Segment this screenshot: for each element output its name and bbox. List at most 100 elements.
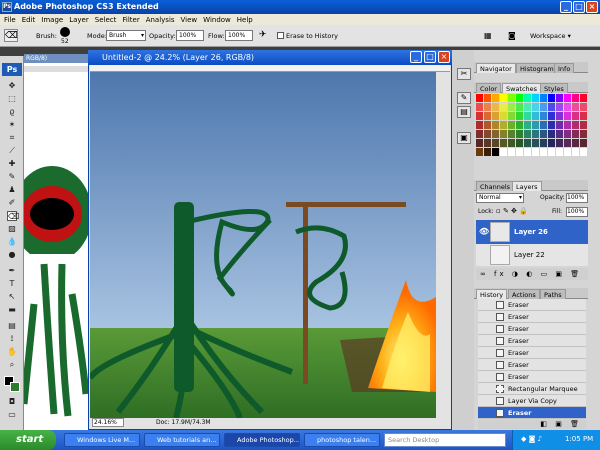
eraser-tool-preset-icon[interactable]: ⌫	[4, 29, 18, 42]
swatch[interactable]	[532, 121, 539, 129]
swatch[interactable]	[492, 94, 499, 102]
swatch[interactable]	[580, 103, 587, 111]
tab-layers[interactable]: Layers	[512, 181, 542, 191]
swatch[interactable]	[540, 130, 547, 138]
close-button[interactable]: ×	[586, 1, 598, 13]
zoom-tool-icon[interactable]: ⌕	[7, 360, 17, 370]
swatch[interactable]	[540, 139, 547, 147]
swatch[interactable]	[484, 94, 491, 102]
swatch[interactable]	[500, 139, 507, 147]
menu-help[interactable]: Help	[237, 16, 253, 24]
swatch[interactable]	[476, 103, 483, 111]
swatch[interactable]	[532, 148, 539, 156]
tab-styles[interactable]: Styles	[540, 83, 568, 93]
desktop-search-input[interactable]: Search Desktop	[384, 433, 506, 447]
background-document-title[interactable]: RGB/8)	[24, 54, 88, 63]
menu-window[interactable]: Window	[203, 16, 231, 24]
clone-stamp-tool-icon[interactable]: ♟	[7, 185, 17, 195]
doc-close-button[interactable]: ×	[438, 51, 450, 63]
swatch[interactable]	[540, 112, 547, 120]
gradient-tool-icon[interactable]: ▨	[7, 224, 17, 234]
swatch[interactable]	[492, 121, 499, 129]
blur-tool-icon[interactable]: 💧	[7, 237, 17, 247]
maximize-button[interactable]: □	[573, 1, 585, 13]
eyedropper-tool-icon[interactable]: ⟟	[7, 334, 17, 344]
swatch[interactable]	[508, 103, 515, 111]
visibility-eye-icon[interactable]: 👁	[479, 220, 489, 244]
tab-history[interactable]: History	[476, 289, 508, 299]
history-state[interactable]: Eraser	[478, 359, 586, 371]
tab-color[interactable]: Color	[476, 83, 501, 93]
swatch[interactable]	[476, 112, 483, 120]
zoom-level-field[interactable]: 24.16%	[92, 418, 124, 427]
crop-tool-icon[interactable]: ⌗	[7, 133, 17, 143]
swatch[interactable]	[516, 94, 523, 102]
swatch[interactable]	[524, 112, 531, 120]
layer-opacity-input[interactable]: 100%	[566, 193, 588, 203]
swatch[interactable]	[580, 139, 587, 147]
taskbar-item-web-tutorials[interactable]: Web tutorials an...	[144, 433, 220, 447]
start-button[interactable]: start	[0, 430, 56, 450]
taskbar-item-windows-live[interactable]: Windows Live M...	[64, 433, 140, 447]
dodge-tool-icon[interactable]: ●	[7, 250, 17, 260]
swatch[interactable]	[572, 121, 579, 129]
taskbar-item-photoshop-talent[interactable]: photoshop talen...	[304, 433, 380, 447]
brush-tool-icon[interactable]: ✎	[7, 172, 17, 182]
taskbar-item-photoshop[interactable]: Adobe Photoshop...	[224, 433, 300, 447]
swatch[interactable]	[508, 139, 515, 147]
tray-icons[interactable]: ◆ ◙ ♪	[521, 435, 542, 443]
path-selection-tool-icon[interactable]: ↖	[7, 292, 17, 302]
history-state-current[interactable]: Eraser	[478, 407, 586, 419]
lasso-tool-icon[interactable]: ϱ	[7, 107, 17, 117]
swatch[interactable]	[548, 112, 555, 120]
swatch[interactable]	[484, 139, 491, 147]
layer-row[interactable]: Layer 22	[476, 244, 588, 266]
swatch[interactable]	[580, 112, 587, 120]
shape-tool-icon[interactable]: ▬	[7, 305, 17, 315]
swatch[interactable]	[516, 148, 523, 156]
swatch[interactable]	[548, 130, 555, 138]
blend-mode-select[interactable]: Normal ▾	[476, 193, 524, 203]
swatch[interactable]	[564, 94, 571, 102]
swatch[interactable]	[492, 130, 499, 138]
swatch[interactable]	[524, 94, 531, 102]
swatch[interactable]	[556, 130, 563, 138]
slice-tool-icon[interactable]: ⟋	[7, 146, 17, 156]
type-tool-icon[interactable]: T	[7, 279, 17, 289]
layer-row-selected[interactable]: 👁 Layer 26	[476, 220, 588, 244]
swatch[interactable]	[516, 139, 523, 147]
hand-tool-icon[interactable]: ✋	[7, 347, 17, 357]
camera-icon[interactable]: ◙	[508, 31, 520, 41]
background-document-canvas[interactable]	[12, 54, 92, 430]
swatch[interactable]	[564, 148, 571, 156]
swatch[interactable]	[556, 139, 563, 147]
doc-minimize-button[interactable]: _	[410, 51, 422, 63]
swatch[interactable]	[508, 94, 515, 102]
swatch[interactable]	[516, 121, 523, 129]
swatch[interactable]	[532, 94, 539, 102]
menu-filter[interactable]: Filter	[122, 16, 139, 24]
brush-preview-icon[interactable]	[60, 27, 70, 37]
swatch[interactable]	[572, 112, 579, 120]
history-state[interactable]: Eraser	[478, 311, 586, 323]
menu-view[interactable]: View	[181, 16, 198, 24]
screen-mode-icon[interactable]: ▭	[7, 410, 17, 420]
swatch[interactable]	[524, 139, 531, 147]
swatch[interactable]	[500, 103, 507, 111]
pen-tool-icon[interactable]: ✒	[7, 266, 17, 276]
history-state[interactable]: Eraser	[478, 371, 586, 383]
swatch[interactable]	[548, 94, 555, 102]
swatch[interactable]	[564, 139, 571, 147]
swatch[interactable]	[508, 130, 515, 138]
history-state[interactable]: Eraser	[478, 347, 586, 359]
quick-mask-icon[interactable]: ◘	[7, 397, 17, 407]
move-tool-icon[interactable]: ✥	[7, 81, 17, 91]
healing-brush-tool-icon[interactable]: ✚	[7, 159, 17, 169]
airbrush-icon[interactable]: ✈	[259, 30, 271, 41]
swatch[interactable]	[476, 148, 483, 156]
swatch[interactable]	[484, 130, 491, 138]
swatch[interactable]	[516, 103, 523, 111]
swatch[interactable]	[532, 139, 539, 147]
flow-input[interactable]: 100%	[225, 30, 253, 41]
bridge-icon[interactable]: ▦	[484, 31, 496, 41]
